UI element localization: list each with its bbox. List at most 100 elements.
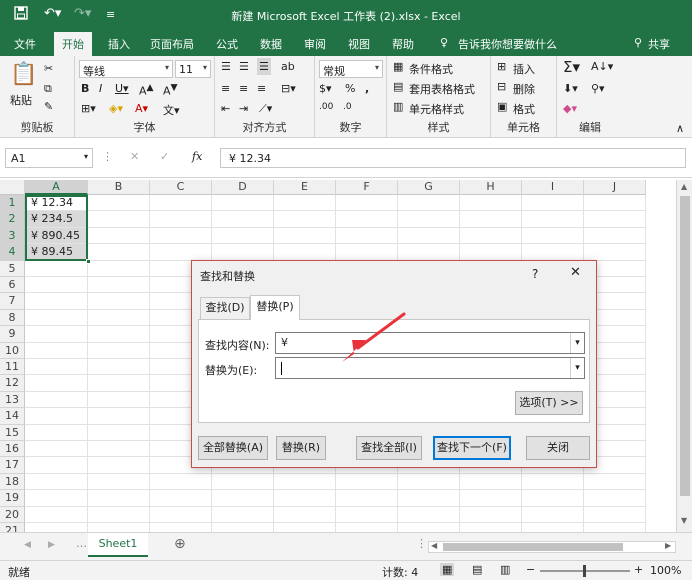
merge-center-icon[interactable]: ⊟▾	[281, 82, 296, 95]
column-header-a[interactable]: A	[25, 180, 88, 195]
cell[interactable]	[150, 244, 212, 261]
cell[interactable]	[25, 342, 88, 359]
column-header-i[interactable]: I	[522, 180, 584, 195]
phonetic-icon[interactable]: 文▾	[163, 102, 180, 118]
bold-button[interactable]: B	[81, 82, 89, 95]
cell[interactable]	[212, 473, 274, 491]
normal-view-icon[interactable]: ▦	[440, 563, 455, 576]
cell[interactable]	[584, 244, 646, 261]
tab-home[interactable]: 开始	[54, 32, 92, 56]
row-header-6[interactable]: 6	[0, 277, 25, 294]
tab-view[interactable]: 视图	[348, 36, 370, 52]
cell[interactable]	[25, 441, 88, 458]
cell[interactable]	[460, 211, 522, 228]
cell[interactable]	[88, 326, 150, 343]
name-box[interactable]: A1 ▾	[5, 148, 93, 168]
tab-insert[interactable]: 插入	[108, 36, 130, 52]
scroll-thumb[interactable]	[680, 196, 690, 496]
cell[interactable]	[274, 211, 336, 228]
row-header-18[interactable]: 18	[0, 473, 25, 491]
cell[interactable]	[584, 227, 646, 245]
cell[interactable]	[88, 375, 150, 392]
replace-button[interactable]: 替换(R)	[276, 436, 326, 460]
cell[interactable]	[522, 244, 584, 261]
cell[interactable]	[88, 293, 150, 310]
cell[interactable]	[460, 473, 522, 491]
paste-icon[interactable]: 📋	[10, 62, 37, 87]
tab-page-layout[interactable]: 页面布局	[150, 36, 194, 52]
cell[interactable]	[25, 490, 88, 507]
cell[interactable]	[336, 227, 398, 245]
align-middle-icon[interactable]: ☰	[239, 60, 249, 73]
orientation-icon[interactable]: ⟋▾	[259, 102, 272, 116]
cell[interactable]	[460, 506, 522, 523]
find-all-button[interactable]: 查找全部(I)	[356, 436, 422, 460]
find-dropdown-icon[interactable]: ▾	[570, 333, 584, 353]
zoom-level[interactable]: 100%	[650, 564, 681, 577]
cell[interactable]	[398, 227, 460, 245]
cell-a4-value[interactable]: ¥ 89.45	[27, 244, 73, 260]
cell[interactable]	[460, 195, 522, 212]
cell[interactable]	[274, 227, 336, 245]
cell[interactable]	[25, 506, 88, 523]
cell[interactable]	[25, 277, 88, 294]
find-input[interactable]: ¥ ▾	[275, 332, 585, 354]
number-format-select[interactable]: 常规 ▾	[319, 60, 383, 78]
replace-input[interactable]: ▾	[275, 357, 585, 379]
cell[interactable]	[522, 227, 584, 245]
collapse-ribbon-icon[interactable]: ∧	[676, 122, 684, 135]
column-header-c[interactable]: C	[150, 180, 212, 195]
cell-styles-button[interactable]: 单元格样式	[409, 101, 464, 117]
row-header-16[interactable]: 16	[0, 441, 25, 458]
decrease-indent-icon[interactable]: ⇤	[221, 102, 230, 115]
align-bottom-icon[interactable]: ☰	[257, 58, 271, 75]
row-header-2[interactable]: 2	[0, 211, 25, 228]
row-header-1[interactable]: 1	[0, 195, 25, 212]
cell[interactable]	[88, 441, 150, 458]
decrease-decimal-icon[interactable]: .0	[343, 102, 352, 112]
cell[interactable]	[88, 359, 150, 376]
cell[interactable]	[460, 490, 522, 507]
close-button[interactable]: 关闭	[526, 436, 590, 460]
delete-cells-icon[interactable]: ⊟	[497, 80, 506, 93]
tab-help[interactable]: 帮助	[392, 36, 414, 52]
autosum-icon[interactable]: Σ▾	[563, 58, 580, 76]
fill-icon[interactable]: ⬇▾	[563, 82, 578, 95]
fill-handle[interactable]	[86, 259, 91, 264]
formula-input[interactable]: ¥ 12.34	[220, 148, 686, 168]
font-size-select[interactable]: 11 ▾	[175, 60, 211, 78]
zoom-slider-thumb[interactable]	[583, 565, 586, 577]
cell[interactable]	[88, 424, 150, 441]
column-header-j[interactable]: J	[584, 180, 646, 195]
cancel-icon[interactable]: ✕	[130, 150, 139, 163]
conditional-format-button[interactable]: 条件格式	[409, 61, 453, 77]
row-header-7[interactable]: 7	[0, 293, 25, 310]
column-header-f[interactable]: F	[336, 180, 398, 195]
cell[interactable]	[398, 506, 460, 523]
hscroll-thumb[interactable]	[443, 543, 623, 551]
scroll-left-icon[interactable]: ◀	[431, 541, 437, 550]
cell[interactable]	[88, 260, 150, 277]
cell[interactable]	[25, 359, 88, 376]
cell[interactable]	[88, 457, 150, 474]
align-left-icon[interactable]: ≡	[221, 82, 230, 95]
zoom-out-icon[interactable]: −	[526, 563, 535, 576]
enter-icon[interactable]: ✓	[160, 150, 169, 163]
font-name-select[interactable]: 等线 ▾	[79, 60, 173, 78]
cell[interactable]	[212, 227, 274, 245]
vertical-scrollbar[interactable]: ▲ ▼	[676, 180, 692, 532]
row-header-4[interactable]: 4	[0, 244, 25, 261]
cell[interactable]	[398, 195, 460, 212]
page-break-view-icon[interactable]: ▥	[500, 563, 510, 576]
cell[interactable]	[522, 195, 584, 212]
cell[interactable]	[25, 293, 88, 310]
row-header-20[interactable]: 20	[0, 506, 25, 523]
row-header-10[interactable]: 10	[0, 342, 25, 359]
cell[interactable]	[274, 506, 336, 523]
cell[interactable]	[212, 506, 274, 523]
cell[interactable]	[522, 490, 584, 507]
currency-icon[interactable]: $▾	[319, 82, 332, 95]
row-header-15[interactable]: 15	[0, 424, 25, 441]
format-cells-button[interactable]: 格式	[513, 101, 535, 117]
cell[interactable]	[150, 473, 212, 491]
